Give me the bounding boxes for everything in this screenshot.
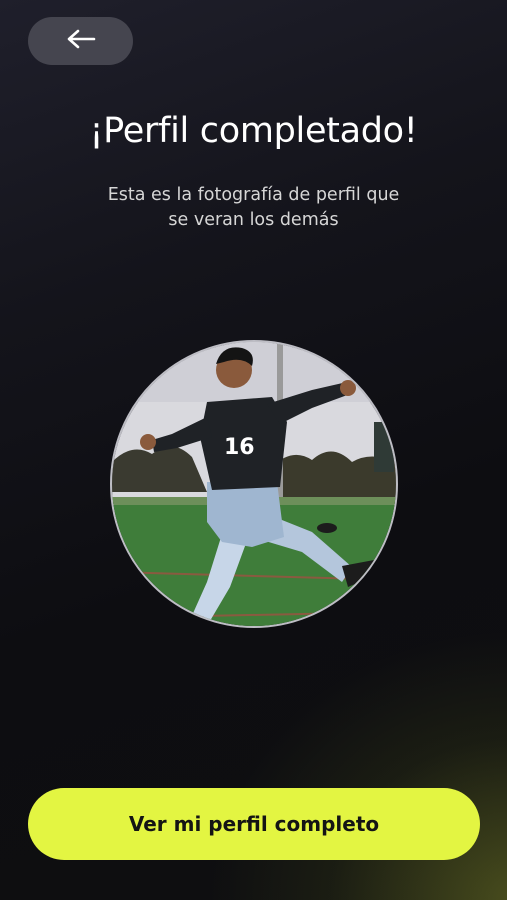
arrow-left-icon — [66, 29, 96, 53]
subtitle-line: Esta es la fotografía de perfil que — [107, 185, 400, 205]
page-title: ¡Perfil completado! — [89, 111, 418, 152]
profile-photo: 16 — [110, 340, 398, 628]
page-subtitle: Esta es la fotografía de perfil que se v… — [70, 183, 437, 233]
subtitle-line: se veran los demás — [168, 210, 339, 230]
view-profile-button[interactable]: Ver mi perfil completo — [28, 788, 480, 860]
back-button[interactable] — [28, 17, 133, 65]
jersey-number: 16 — [224, 435, 255, 460]
